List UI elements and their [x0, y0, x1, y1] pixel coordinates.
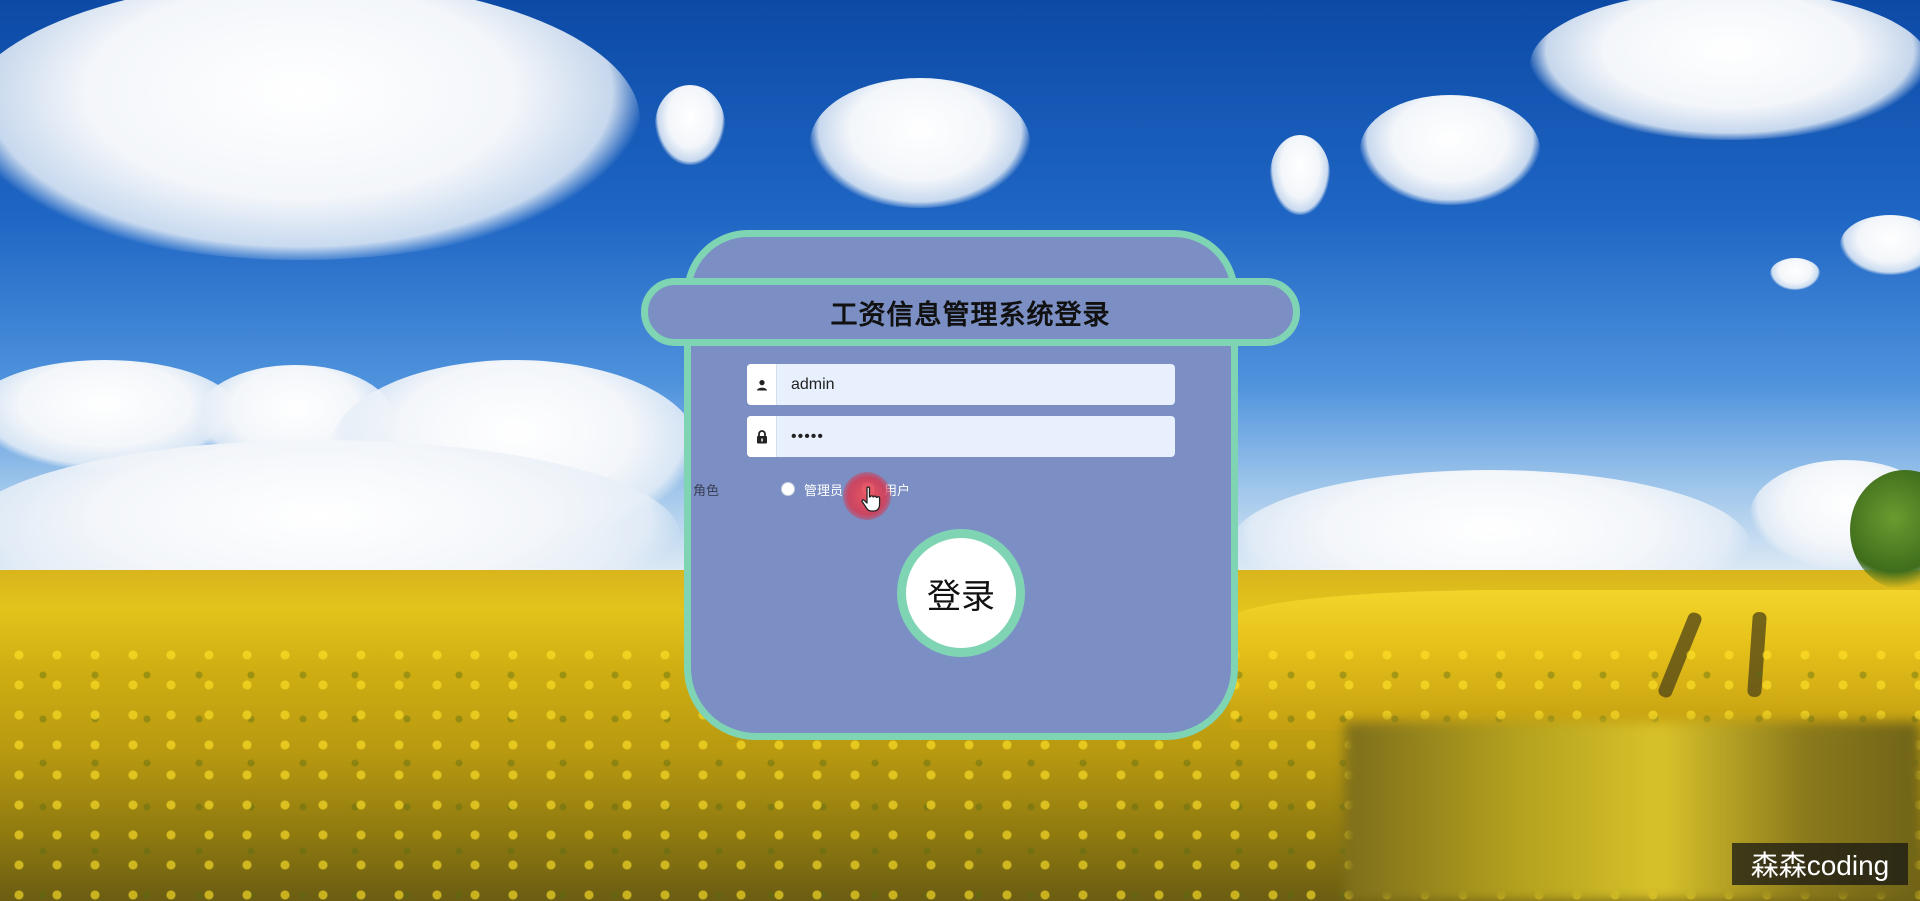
login-button[interactable]: 登录 — [897, 529, 1025, 657]
role-selector: 角色 管理员 用户 — [690, 478, 1150, 500]
username-input[interactable] — [777, 364, 1167, 405]
role-option-admin[interactable]: 管理员 — [804, 480, 843, 499]
cloud — [655, 85, 725, 165]
role-option-user[interactable]: 用户 — [884, 480, 910, 499]
role-radio-admin[interactable] — [781, 482, 795, 496]
page-title: 工资信息管理系统登录 — [830, 299, 1111, 331]
login-button-label: 登录 — [927, 576, 995, 617]
password-input[interactable] — [777, 416, 1167, 457]
role-label: 角色 — [693, 484, 720, 499]
cloud — [1360, 95, 1540, 205]
password-field[interactable] — [747, 416, 1175, 457]
watermark: 森森coding — [1732, 843, 1908, 885]
cloud — [1770, 258, 1820, 290]
role-radio-user[interactable] — [861, 482, 875, 496]
lock-icon — [747, 416, 777, 457]
cloud — [1270, 135, 1330, 215]
title-bar: 工资信息管理系统登录 — [641, 278, 1300, 346]
user-icon — [747, 364, 777, 405]
username-field[interactable] — [747, 364, 1175, 405]
cloud — [810, 78, 1030, 208]
